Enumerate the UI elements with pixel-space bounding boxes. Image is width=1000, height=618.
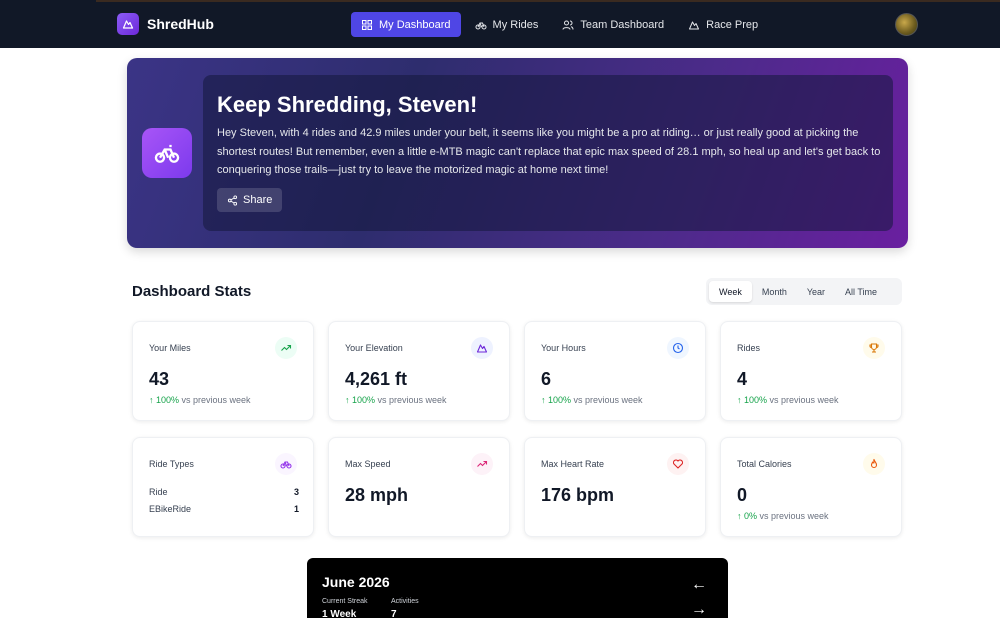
change-text: vs previous week bbox=[767, 395, 839, 405]
trending-up-icon bbox=[471, 453, 493, 475]
card-value: 43 bbox=[149, 369, 170, 389]
card-label: Max Speed bbox=[345, 459, 391, 469]
clock-icon bbox=[667, 337, 689, 359]
nav-my-rides[interactable]: My Rides bbox=[465, 12, 549, 37]
card-value: 6 bbox=[541, 369, 552, 389]
users-icon bbox=[562, 20, 574, 30]
stat-card-hours: Your Hours 6 ↑ 100% vs previous week bbox=[524, 321, 706, 421]
calendar-title: June 2026 bbox=[322, 574, 390, 590]
nav-my-dashboard[interactable]: My Dashboard bbox=[351, 12, 461, 37]
user-avatar[interactable] bbox=[895, 13, 918, 36]
next-month-button[interactable]: → bbox=[691, 601, 707, 618]
hero-title: Keep Shredding, Steven! bbox=[217, 92, 478, 117]
activities-label: Activities bbox=[391, 598, 419, 605]
change-percent: ↑ 100% bbox=[149, 395, 180, 405]
change-percent: ↑ 100% bbox=[541, 395, 572, 405]
stat-card-max-speed: Max Speed 28 mph bbox=[328, 437, 510, 537]
change-text: vs previous week bbox=[571, 395, 643, 405]
nav-race-prep[interactable]: Race Prep bbox=[678, 12, 768, 37]
nav-label: My Rides bbox=[492, 18, 539, 31]
card-change: ↑ 100% vs previous week bbox=[541, 395, 643, 405]
current-streak-label: Current Streak bbox=[322, 598, 368, 605]
top-navbar: ShredHub My Dashboard My Rides Team Dash… bbox=[0, 0, 1000, 48]
navbar-top-line bbox=[96, 0, 1000, 2]
prev-month-button[interactable]: ← bbox=[691, 576, 707, 594]
activities-value: 7 bbox=[391, 609, 397, 618]
change-percent: ↑ 100% bbox=[737, 395, 768, 405]
mountain-icon bbox=[117, 13, 139, 35]
bike-icon bbox=[142, 128, 192, 178]
card-label: Total Calories bbox=[737, 459, 792, 469]
nav-label: My Dashboard bbox=[379, 18, 451, 31]
card-change: ↑ 100% vs previous week bbox=[737, 395, 839, 405]
share-label: Share bbox=[243, 194, 273, 206]
change-text: vs previous week bbox=[375, 395, 447, 405]
main-nav: My Dashboard My Rides Team Dashboard Rac… bbox=[351, 12, 768, 37]
change-text: vs previous week bbox=[757, 511, 829, 521]
flame-icon bbox=[863, 453, 885, 475]
card-label: Rides bbox=[737, 343, 761, 353]
change-percent: ↑ 0% bbox=[737, 511, 758, 521]
mountain-icon bbox=[471, 337, 493, 359]
card-value: 176 bpm bbox=[541, 485, 615, 505]
card-change: ↑ 100% vs previous week bbox=[149, 395, 251, 405]
heart-icon bbox=[667, 453, 689, 475]
stat-card-calories: Total Calories 0 ↑ 0% vs previous week bbox=[720, 437, 902, 537]
ride-type-name: EBikeRide bbox=[149, 504, 192, 514]
card-value: 0 bbox=[737, 485, 748, 505]
stat-card-miles: Your Miles 43 ↑ 100% vs previous week bbox=[132, 321, 314, 421]
nav-label: Team Dashboard bbox=[580, 18, 665, 31]
stat-card-elevation: Your Elevation 4,261 ft ↑ 100% vs previo… bbox=[328, 321, 510, 421]
nav-label: Race Prep bbox=[706, 18, 759, 31]
card-label: Your Hours bbox=[541, 343, 586, 353]
hero-banner: Keep Shredding, Steven! Hey Steven, with… bbox=[127, 58, 908, 248]
ride-type-count: 3 bbox=[293, 487, 299, 497]
share-button[interactable]: Share bbox=[217, 188, 283, 212]
ride-type-name: Ride bbox=[149, 487, 168, 497]
change-percent: ↑ 100% bbox=[345, 395, 376, 405]
calendar-panel: June 2026 ← → Current Streak 1 Week Acti… bbox=[307, 558, 728, 618]
card-value: 4 bbox=[737, 369, 748, 389]
grid-icon bbox=[362, 19, 372, 30]
current-streak-value: 1 Week bbox=[322, 609, 357, 618]
stats-title: Dashboard Stats bbox=[132, 283, 252, 300]
ride-type-row: EBikeRide 1 bbox=[149, 504, 299, 514]
tab-month[interactable]: Month bbox=[752, 281, 797, 302]
hero-message: Hey Steven, with 4 rides and 42.9 miles … bbox=[217, 127, 881, 176]
card-label: Your Miles bbox=[149, 343, 191, 353]
share-icon bbox=[227, 194, 238, 206]
stat-card-max-heart-rate: Max Heart Rate 176 bpm bbox=[524, 437, 706, 537]
stat-card-rides: Rides 4 ↑ 100% vs previous week bbox=[720, 321, 902, 421]
tab-all-time[interactable]: All Time bbox=[835, 281, 887, 302]
change-text: vs previous week bbox=[179, 395, 251, 405]
card-value: 28 mph bbox=[345, 485, 409, 505]
brand[interactable]: ShredHub bbox=[117, 13, 214, 35]
period-tabs: Week Month Year All Time bbox=[706, 278, 902, 305]
mountain-icon bbox=[689, 21, 700, 29]
ride-type-row: Ride 3 bbox=[149, 487, 299, 497]
card-value: 4,261 ft bbox=[345, 369, 408, 389]
card-label: Your Elevation bbox=[345, 343, 403, 353]
trending-up-icon bbox=[275, 337, 297, 359]
card-change: ↑ 0% vs previous week bbox=[737, 511, 829, 521]
tab-year[interactable]: Year bbox=[797, 281, 835, 302]
brand-name: ShredHub bbox=[147, 16, 214, 32]
card-change: ↑ 100% vs previous week bbox=[345, 395, 447, 405]
nav-team-dashboard[interactable]: Team Dashboard bbox=[552, 12, 674, 37]
ride-type-count: 1 bbox=[293, 504, 299, 514]
hero-message-card: Keep Shredding, Steven! Hey Steven, with… bbox=[203, 75, 893, 231]
bike-icon bbox=[275, 453, 297, 475]
bike-icon bbox=[475, 22, 487, 29]
tab-week[interactable]: Week bbox=[709, 281, 752, 302]
stat-card-ride-types: Ride Types Ride 3 EBikeRide 1 bbox=[132, 437, 314, 537]
card-label: Max Heart Rate bbox=[541, 459, 605, 469]
trophy-icon bbox=[863, 337, 885, 359]
card-label: Ride Types bbox=[149, 459, 194, 469]
